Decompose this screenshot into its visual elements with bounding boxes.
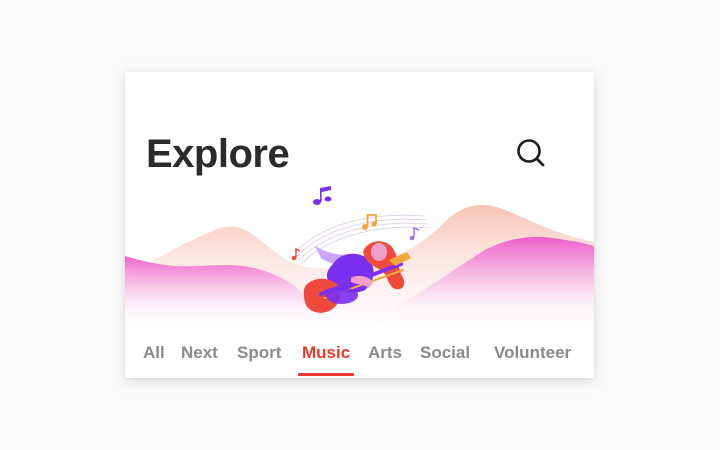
tab-arts[interactable]: Arts xyxy=(368,343,402,363)
tab-volunteer[interactable]: Volunteer xyxy=(494,343,571,363)
active-tab-indicator xyxy=(298,373,354,376)
search-button[interactable] xyxy=(514,136,548,170)
category-tabs: All Next Sport Music Arts Social Volunte… xyxy=(125,338,594,378)
music-illustration xyxy=(125,186,594,322)
tab-next[interactable]: Next xyxy=(181,343,218,363)
music-note-purple xyxy=(313,186,332,205)
tab-music[interactable]: Music xyxy=(302,343,350,363)
explore-card: Explore All Next Sport Music Arts Social… xyxy=(125,72,594,378)
search-icon xyxy=(517,139,545,167)
music-note-violet xyxy=(409,226,420,241)
tab-sport[interactable]: Sport xyxy=(237,343,281,363)
tab-all[interactable]: All xyxy=(143,343,165,363)
tab-social[interactable]: Social xyxy=(420,343,470,363)
page-title: Explore xyxy=(146,132,290,176)
